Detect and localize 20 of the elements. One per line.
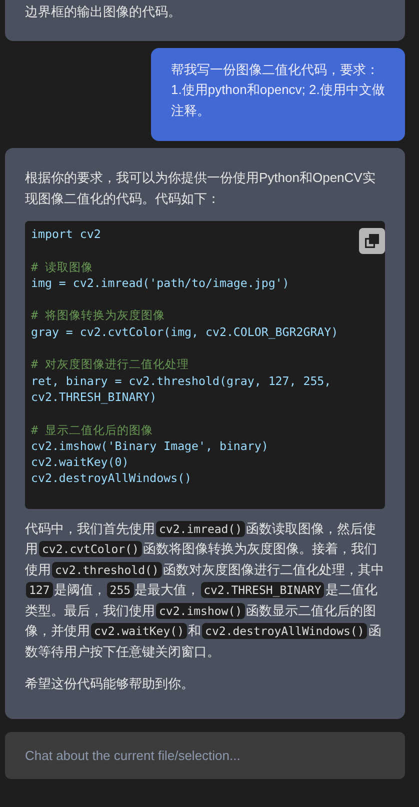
copy-icon bbox=[365, 234, 379, 248]
message-text: 代码中，我们首先使用 cv2.imread() 函数读取图像，然后使用 cv2.cvtColor() 函数将图像转换为灰度图像。接着，我们使用 cv2.threshold() 函数对灰度图像进行二值化处理，其中 127 是阈值， 255 是最大值， cv2.THRESH_BINARY 是二值化类型。最后，我们使用 cv2.imshow() 函数显示二值化后的图像，并使用 cv2.waitKey() 和 cv2.destroyAllWindows() 函数等待用户按下任意键关闭窗口。 bbox=[25, 520, 385, 661]
chat-input-field[interactable]: Chat about the current file/selection... bbox=[5, 732, 405, 779]
code-line: gray = cv2.cvtColor(img, cv2.COLOR_BGR2GRAY) bbox=[31, 324, 338, 340]
message-text: 边界框的输出图像的代码。 bbox=[25, 3, 182, 21]
code-line: cv2.destroyAllWindows() bbox=[31, 470, 192, 487]
code-comment: # 显示二值化后的图像 bbox=[31, 422, 153, 438]
code-comment: # 读取图像 bbox=[31, 258, 93, 275]
message-text: 帮我写一份图像二值化代码，要求：1.使用python和opencv; 2.使用中文做注释。 bbox=[171, 60, 386, 120]
code-line: ret, binary = cv2.threshold(gray, 127, 255, bbox=[31, 372, 332, 389]
code-line: cv2.imshow('Binary Image', binary) bbox=[31, 438, 268, 454]
message-text: 根据你的要求，我可以为你提供一份使用Python和OpenCV实现图像二值化的代码。代码如下： bbox=[25, 169, 376, 208]
code-comment: # 对灰度图像进行二值化处理 bbox=[31, 356, 189, 373]
code-comment: # 将图像转换为灰度图像 bbox=[31, 307, 165, 324]
message-text: 希望这份代码能够帮助到你。 bbox=[25, 675, 195, 694]
copy-button[interactable] bbox=[359, 228, 385, 254]
code-line: cv2.waitKey(0) bbox=[31, 454, 129, 470]
code-line: cv2.THRESH_BINARY) bbox=[31, 388, 157, 406]
code-line: import cv2 bbox=[31, 226, 101, 242]
code-line: img = cv2.imread('path/to/image.jpg') bbox=[31, 274, 290, 292]
